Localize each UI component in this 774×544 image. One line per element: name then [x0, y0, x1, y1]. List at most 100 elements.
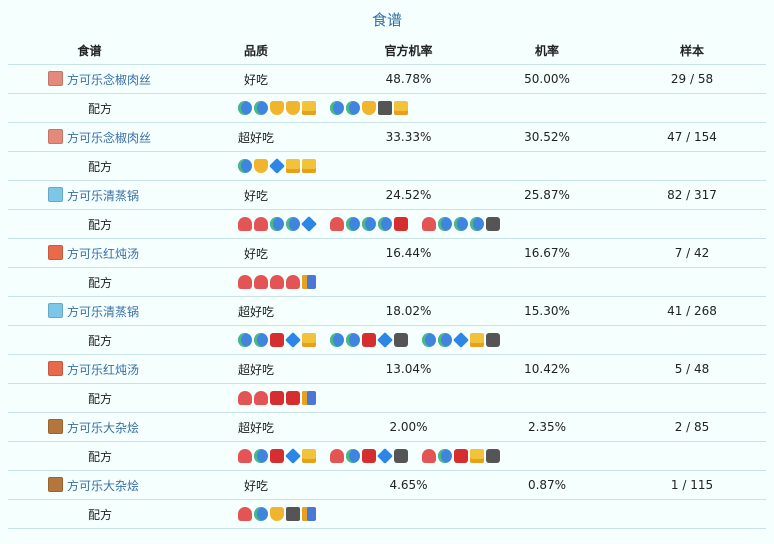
- fish-icon[interactable]: [438, 449, 452, 464]
- mushroom-icon[interactable]: [238, 217, 252, 232]
- fish-icon[interactable]: [470, 217, 484, 232]
- recipe-combo: [329, 217, 409, 232]
- dish-link[interactable]: 方可乐大杂烩: [67, 421, 139, 435]
- header-quality: 品质: [243, 43, 268, 58]
- dish-icon: [48, 302, 63, 318]
- dish-link[interactable]: 方可乐清蒸锅: [67, 305, 139, 319]
- dish-link[interactable]: 方可乐红炖汤: [67, 247, 139, 261]
- meat-icon[interactable]: [362, 449, 376, 464]
- egg-icon[interactable]: [270, 101, 284, 116]
- fruit-icon[interactable]: [302, 101, 316, 116]
- fish-icon[interactable]: [438, 217, 452, 232]
- gem-icon[interactable]: [377, 448, 393, 465]
- gem-icon[interactable]: [301, 216, 317, 233]
- fish-icon[interactable]: [254, 333, 268, 348]
- fish-icon[interactable]: [330, 333, 344, 348]
- mushroom-icon[interactable]: [422, 217, 436, 232]
- rate-cell: 30.52%: [476, 122, 618, 152]
- misc-ingredient-icon[interactable]: [302, 275, 316, 290]
- stone-icon[interactable]: [394, 449, 408, 464]
- fish-icon[interactable]: [422, 333, 436, 348]
- mushroom-icon[interactable]: [330, 217, 344, 232]
- mushroom-icon[interactable]: [238, 275, 252, 290]
- fish-icon[interactable]: [254, 101, 268, 116]
- fruit-icon[interactable]: [286, 159, 300, 174]
- mushroom-icon[interactable]: [254, 275, 268, 290]
- fish-icon[interactable]: [362, 217, 376, 232]
- mushroom-icon[interactable]: [286, 275, 300, 290]
- fruit-icon[interactable]: [470, 449, 484, 464]
- fish-icon[interactable]: [238, 101, 252, 116]
- meat-icon[interactable]: [270, 391, 284, 406]
- egg-icon[interactable]: [286, 101, 300, 116]
- mushroom-icon[interactable]: [254, 217, 268, 232]
- stone-icon[interactable]: [486, 449, 500, 464]
- quality-cell: 好吃: [171, 238, 341, 268]
- fish-icon[interactable]: [454, 217, 468, 232]
- sample-cell: 7 / 42: [618, 238, 766, 268]
- stone-icon[interactable]: [486, 333, 500, 348]
- mushroom-icon[interactable]: [270, 275, 284, 290]
- monster-part-icon[interactable]: [286, 507, 300, 522]
- fish-icon[interactable]: [346, 101, 360, 116]
- recipe-combo: [421, 449, 501, 464]
- meat-icon[interactable]: [286, 391, 300, 406]
- monster-part-icon[interactable]: [378, 101, 392, 116]
- dish-row: 方可乐念椒肉丝 好吃 48.78% 50.00% 29 / 58: [8, 64, 766, 94]
- egg-icon[interactable]: [254, 159, 268, 174]
- quality-cell: 好吃: [171, 470, 341, 500]
- misc-ingredient-icon[interactable]: [302, 507, 316, 522]
- recipe-combo: [329, 448, 409, 465]
- fish-icon[interactable]: [286, 217, 300, 232]
- dish-link[interactable]: 方可乐念椒肉丝: [67, 131, 151, 145]
- fish-icon[interactable]: [238, 333, 252, 348]
- fish-icon[interactable]: [438, 333, 452, 348]
- recipe-label: 配方: [8, 151, 171, 181]
- sample-cell: 1 / 115: [618, 470, 766, 500]
- dish-link[interactable]: 方可乐大杂烩: [67, 479, 139, 493]
- stone-icon[interactable]: [486, 217, 500, 232]
- fruit-icon[interactable]: [302, 449, 316, 464]
- fish-icon[interactable]: [254, 449, 268, 464]
- fruit-icon[interactable]: [394, 101, 408, 116]
- fruit-icon[interactable]: [302, 159, 316, 174]
- fish-icon[interactable]: [346, 333, 360, 348]
- gem-icon[interactable]: [285, 448, 301, 465]
- misc-ingredient-icon[interactable]: [302, 391, 316, 406]
- recipe-label: 配方: [8, 267, 171, 297]
- gem-icon[interactable]: [377, 332, 393, 349]
- mushroom-icon[interactable]: [254, 391, 268, 406]
- meat-icon[interactable]: [270, 449, 284, 464]
- mushroom-icon[interactable]: [238, 449, 252, 464]
- meat-icon[interactable]: [454, 449, 468, 464]
- meat-icon[interactable]: [270, 333, 284, 348]
- gem-icon[interactable]: [453, 332, 469, 349]
- dish-link[interactable]: 方可乐清蒸锅: [67, 189, 139, 203]
- gem-icon[interactable]: [285, 332, 301, 349]
- fish-icon[interactable]: [270, 217, 284, 232]
- mushroom-icon[interactable]: [330, 449, 344, 464]
- recipe-label: 配方: [8, 93, 171, 123]
- fish-icon[interactable]: [330, 101, 344, 116]
- egg-icon[interactable]: [362, 101, 376, 116]
- fish-icon[interactable]: [346, 217, 360, 232]
- fruit-icon[interactable]: [302, 333, 316, 348]
- stone-icon[interactable]: [394, 333, 408, 348]
- fruit-icon[interactable]: [470, 333, 484, 348]
- recipe-row: 配方: [8, 209, 766, 239]
- recipe-combo: [237, 275, 317, 290]
- fish-icon[interactable]: [346, 449, 360, 464]
- fish-icon[interactable]: [378, 217, 392, 232]
- mushroom-icon[interactable]: [422, 449, 436, 464]
- egg-icon[interactable]: [270, 507, 284, 522]
- dish-link[interactable]: 方可乐念椒肉丝: [67, 73, 151, 87]
- gem-icon[interactable]: [269, 158, 285, 175]
- mushroom-icon[interactable]: [238, 507, 252, 522]
- fish-icon[interactable]: [238, 159, 252, 174]
- dish-row: 方可乐清蒸锅 好吃 24.52% 25.87% 82 / 317: [8, 180, 766, 210]
- fish-icon[interactable]: [254, 507, 268, 522]
- mushroom-icon[interactable]: [238, 391, 252, 406]
- meat-icon[interactable]: [394, 217, 408, 232]
- meat-icon[interactable]: [362, 333, 376, 348]
- dish-link[interactable]: 方可乐红炖汤: [67, 363, 139, 377]
